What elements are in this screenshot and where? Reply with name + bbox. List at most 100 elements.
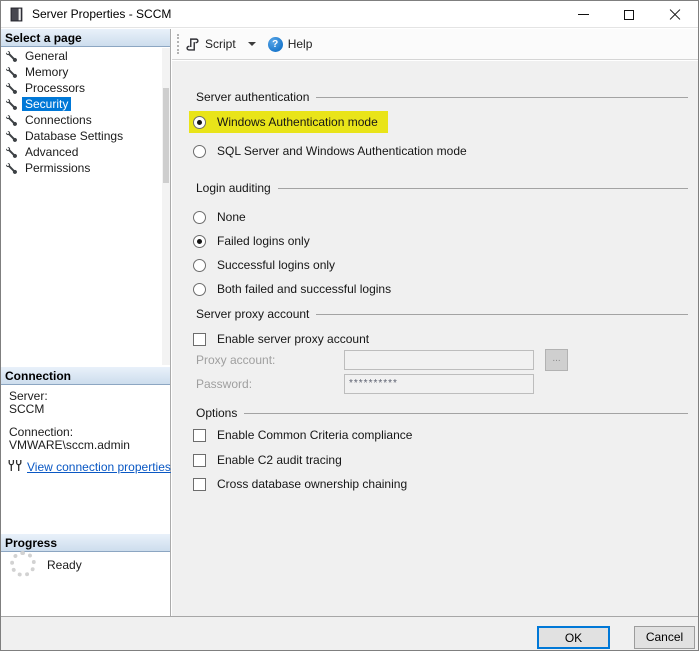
section-divider <box>244 413 688 414</box>
section-divider <box>316 314 688 315</box>
server-authentication-section: Server authentication <box>196 90 688 104</box>
radio-icon <box>193 234 206 248</box>
proxy-account-label: Proxy account: <box>196 353 276 367</box>
sidebar-item-database-settings[interactable]: Database Settings <box>3 128 126 144</box>
radio-both-failed-and-successful-logins[interactable]: Both failed and successful logins <box>189 278 401 300</box>
sidebar-item-label: Processors <box>25 81 86 95</box>
checkbox-enable-server-proxy-account[interactable]: Enable server proxy account <box>189 328 379 350</box>
connection-properties-icon <box>7 459 23 475</box>
radio-failed-logins-only[interactable]: Failed logins only <box>189 230 320 252</box>
maximize-button[interactable] <box>606 1 652 28</box>
section-title: Server authentication <box>196 90 310 104</box>
script-icon <box>185 37 200 52</box>
sidebar-item-advanced[interactable]: Advanced <box>3 144 81 160</box>
toolbar: Script ? Help <box>172 29 698 60</box>
checkbox-icon <box>193 428 206 442</box>
sidebar-item-processors[interactable]: Processors <box>3 80 88 96</box>
scrollbar-thumb[interactable] <box>163 88 169 183</box>
script-button[interactable]: Script <box>179 34 242 55</box>
section-title: Server proxy account <box>196 307 310 321</box>
sidebar-scrollbar[interactable] <box>162 48 170 365</box>
browse-button: ... <box>545 349 568 371</box>
maximize-icon <box>624 9 634 20</box>
sidebar-item-label: Advanced <box>25 145 79 159</box>
sidebar-item-label: Database Settings <box>25 129 124 143</box>
script-button-label: Script <box>205 37 236 51</box>
wrench-icon <box>6 146 17 158</box>
radio-successful-logins-only[interactable]: Successful logins only <box>189 254 345 276</box>
window-icon <box>10 7 24 22</box>
close-button[interactable] <box>652 1 698 28</box>
select-a-page-header: Select a page <box>1 29 170 47</box>
sidebar-item-label: Security <box>22 97 72 111</box>
checkbox-label: Enable C2 audit tracing <box>217 453 342 467</box>
title-bar: Server Properties - SCCM <box>1 1 698 28</box>
wrench-icon <box>6 50 17 62</box>
connection-value: VMWARE\sccm.admin <box>9 438 130 452</box>
checkbox-icon <box>193 477 206 491</box>
section-title: Options <box>196 406 238 420</box>
server-proxy-account-section: Server proxy account <box>196 307 688 321</box>
radio-icon <box>193 210 206 224</box>
radio-sql-and-windows-authentication-mode[interactable]: SQL Server and Windows Authentication mo… <box>189 140 477 162</box>
password-masked-value: ********** <box>349 378 398 389</box>
minimize-button[interactable] <box>560 1 606 28</box>
proxy-account-input <box>344 350 534 370</box>
sidebar-item-permissions[interactable]: Permissions <box>3 160 93 176</box>
password-input: ********** <box>344 374 534 394</box>
connection-label: Connection: <box>9 425 74 439</box>
radio-icon <box>193 282 206 296</box>
login-auditing-section: Login auditing <box>196 181 688 195</box>
section-divider <box>316 97 688 98</box>
help-button-label: Help <box>287 37 313 51</box>
radio-label: Both failed and successful logins <box>217 282 392 296</box>
checkbox-enable-c2-audit-tracing[interactable]: Enable C2 audit tracing <box>189 449 352 471</box>
sidebar-item-connections[interactable]: Connections <box>3 112 95 128</box>
checkbox-icon <box>193 332 206 346</box>
window-title: Server Properties - SCCM <box>32 7 172 21</box>
view-connection-properties-link[interactable]: View connection properties <box>7 459 171 475</box>
minimize-icon <box>577 14 589 15</box>
radio-icon <box>193 144 206 158</box>
checkbox-label: Cross database ownership chaining <box>217 477 408 491</box>
script-dropdown-button[interactable] <box>242 39 262 49</box>
password-label: Password: <box>196 377 253 391</box>
sidebar-item-label: General <box>25 49 68 63</box>
radio-label: None <box>217 210 246 224</box>
sidebar-item-security[interactable]: Security <box>3 96 72 112</box>
server-label: Server: <box>9 389 48 403</box>
radio-windows-authentication-mode[interactable]: Windows Authentication mode <box>189 111 388 133</box>
cancel-button[interactable]: Cancel <box>634 626 695 649</box>
sidebar-item-memory[interactable]: Memory <box>3 64 71 80</box>
checkbox-label: Enable Common Criteria compliance <box>217 428 413 442</box>
view-connection-properties-label: View connection properties <box>27 460 171 474</box>
close-icon <box>669 8 681 21</box>
sidebar-item-general[interactable]: General <box>3 48 71 64</box>
checkbox-icon <box>193 453 206 467</box>
help-icon: ? <box>267 36 283 52</box>
security-page-content: Server authentication Windows Authentica… <box>172 61 698 616</box>
sidebar-item-label: Permissions <box>25 161 91 175</box>
radio-label: SQL Server and Windows Authentication mo… <box>217 144 467 158</box>
wrench-icon <box>6 130 17 142</box>
radio-icon <box>193 258 206 272</box>
ok-button[interactable]: OK <box>537 626 610 649</box>
radio-none[interactable]: None <box>189 206 256 228</box>
radio-label: Successful logins only <box>217 258 336 272</box>
checkbox-cross-database-ownership-chaining[interactable]: Cross database ownership chaining <box>189 473 417 495</box>
server-properties-window: Server Properties - SCCM Script ? Help S… <box>0 0 699 651</box>
options-section: Options <box>196 406 688 420</box>
checkbox-label: Enable server proxy account <box>217 332 370 346</box>
checkbox-enable-common-criteria-compliance[interactable]: Enable Common Criteria compliance <box>189 424 422 446</box>
wrench-icon <box>6 162 17 174</box>
server-value: SCCM <box>9 402 45 416</box>
sidebar-item-label: Memory <box>25 65 69 79</box>
connection-header: Connection <box>1 367 170 385</box>
wrench-icon <box>6 66 17 78</box>
radio-icon <box>193 115 206 129</box>
help-button[interactable]: ? Help <box>262 34 319 55</box>
chevron-down-icon <box>247 42 256 46</box>
progress-spinner-icon <box>10 551 36 577</box>
dialog-footer: OK Cancel <box>1 616 698 650</box>
radio-label: Failed logins only <box>217 234 310 248</box>
